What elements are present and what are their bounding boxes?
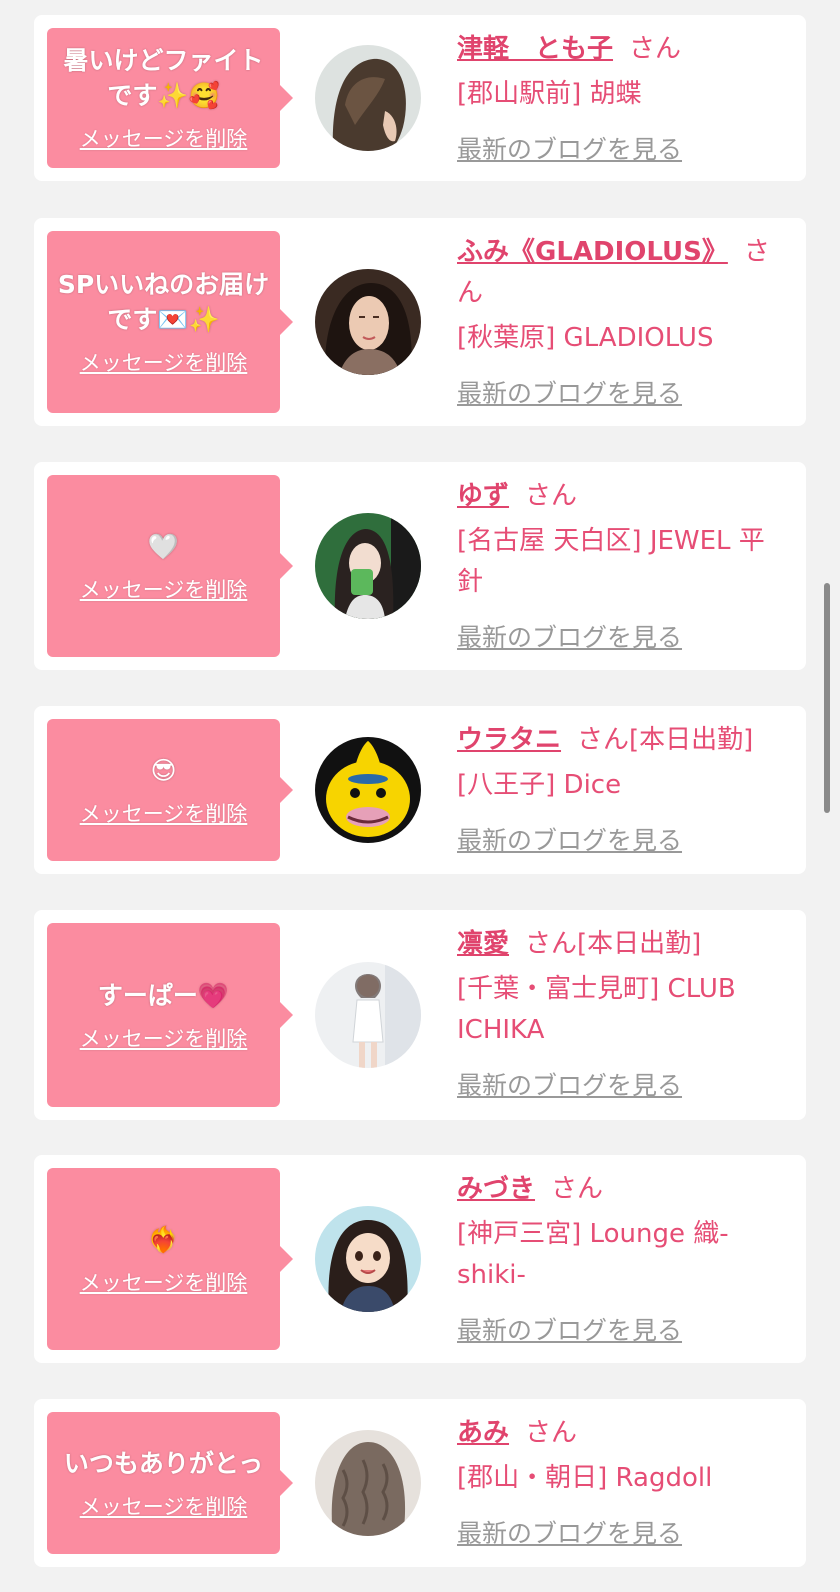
message-text: ❤️‍🔥 (147, 1224, 180, 1254)
message-text: すーぱー💗 (97, 980, 230, 1010)
profile-name-link[interactable]: みづき (457, 1174, 535, 1204)
message-bubble: ❤️‍🔥 メッセージを削除 (47, 1168, 293, 1350)
message-text: SPいいねのお届けです💌✨ (57, 270, 270, 334)
latest-blog-link[interactable]: 最新のブログを見る (457, 820, 682, 861)
message-bubble: SPいいねのお届けです💌✨ メッセージを削除 (47, 231, 293, 413)
shift-status: [本日出勤] (629, 725, 754, 755)
avatar[interactable] (315, 1430, 421, 1536)
message-text: 暑いけどファイトです✨🥰 (63, 46, 264, 110)
message-card: いつもありがとっ メッセージを削除 あみ さん [郡山・朝日] Ragdoll 最… (34, 1399, 806, 1567)
profile-info: みづき さん [神戸三宮] Lounge 織-shiki- 最新のブログを見る (457, 1169, 787, 1352)
message-bubble: いつもありがとっ メッセージを削除 (47, 1412, 293, 1554)
message-card: 🤍 メッセージを削除 ゆず さん [名古屋 天白区] JEWEL 平針 最新のブロ… (34, 462, 806, 670)
message-list: 暑いけどファイトです✨🥰 メッセージを削除 津軽 とも子 さん [郡山駅前] 胡蝶… (0, 0, 840, 1592)
delete-message-link[interactable]: メッセージを削除 (80, 1023, 248, 1053)
scrollbar[interactable] (824, 583, 830, 813)
profile-info: 津軽 とも子 さん [郡山駅前] 胡蝶 最新のブログを見る (457, 29, 787, 171)
latest-blog-link[interactable]: 最新のブログを見る (457, 1310, 682, 1351)
message-bubble: 暑いけどファイトです✨🥰 メッセージを削除 (47, 28, 293, 168)
profile-info: 凛愛 さん[本日出勤] [千葉・富士見町] CLUB ICHIKA 最新のブログを… (457, 924, 787, 1107)
delete-message-link[interactable]: メッセージを削除 (80, 1267, 248, 1297)
latest-blog-link[interactable]: 最新のブログを見る (457, 617, 682, 658)
profile-info: あみ さん [郡山・朝日] Ragdoll 最新のブログを見る (457, 1413, 787, 1555)
profile-name-link[interactable]: ゆず (457, 481, 509, 511)
message-text: いつもありがとっ (63, 1448, 264, 1478)
honorific: さん (525, 1418, 578, 1448)
profile-name-link[interactable]: あみ (457, 1418, 509, 1448)
profile-name-link[interactable]: 津軽 とも子 (457, 34, 613, 64)
message-card: 😎 メッセージを削除 ウラタニ さん[本日出勤] [八王子] Dice 最新のブロ… (34, 706, 806, 874)
avatar[interactable] (315, 269, 421, 375)
avatar[interactable] (315, 737, 421, 843)
message-card: ❤️‍🔥 メッセージを削除 みづき さん [神戸三宮] Lounge 織-shik… (34, 1155, 806, 1363)
delete-message-link[interactable]: メッセージを削除 (80, 123, 248, 153)
shift-status: [本日出勤] (577, 929, 702, 959)
profile-name-link[interactable]: ウラタニ (457, 725, 561, 755)
honorific: さん (551, 1174, 604, 1204)
profile-name-link[interactable]: ふみ《GLADIOLUS》 (457, 237, 728, 267)
shop-name: [秋葉原] GLADIOLUS (457, 323, 714, 353)
latest-blog-link[interactable]: 最新のブログを見る (457, 129, 682, 170)
avatar[interactable] (315, 1206, 421, 1312)
honorific: さん (629, 34, 682, 64)
message-bubble: すーぱー💗 メッセージを削除 (47, 923, 293, 1107)
profile-info: ウラタニ さん[本日出勤] [八王子] Dice 最新のブログを見る (457, 720, 787, 862)
message-bubble: 😎 メッセージを削除 (47, 719, 293, 861)
avatar[interactable] (315, 513, 421, 619)
shop-name: [千葉・富士見町] CLUB ICHIKA (457, 974, 736, 1045)
latest-blog-link[interactable]: 最新のブログを見る (457, 373, 682, 414)
message-bubble: 🤍 メッセージを削除 (47, 475, 293, 657)
shop-name: [八王子] Dice (457, 770, 622, 800)
delete-message-link[interactable]: メッセージを削除 (80, 1491, 248, 1521)
honorific: さん (577, 725, 630, 755)
message-card: すーぱー💗 メッセージを削除 凛愛 さん[本日出勤] [千葉・富士見町] CLUB… (34, 910, 806, 1120)
shop-name: [名古屋 天白区] JEWEL 平針 (457, 526, 765, 597)
shop-name: [郡山・朝日] Ragdoll (457, 1463, 713, 1493)
avatar[interactable] (315, 45, 421, 151)
delete-message-link[interactable]: メッセージを削除 (80, 574, 248, 604)
latest-blog-link[interactable]: 最新のブログを見る (457, 1065, 682, 1106)
honorific: さん (525, 481, 578, 511)
message-card: SPいいねのお届けです💌✨ メッセージを削除 ふみ《GLADIOLUS》 さん [… (34, 218, 806, 426)
message-text: 😎 (150, 755, 177, 785)
profile-info: ふみ《GLADIOLUS》 さん [秋葉原] GLADIOLUS 最新のブログを見… (457, 232, 787, 415)
message-text: 🤍 (147, 531, 180, 561)
message-card: 暑いけどファイトです✨🥰 メッセージを削除 津軽 とも子 さん [郡山駅前] 胡蝶… (34, 15, 806, 181)
avatar[interactable] (315, 962, 421, 1068)
delete-message-link[interactable]: メッセージを削除 (80, 347, 248, 377)
profile-info: ゆず さん [名古屋 天白区] JEWEL 平針 最新のブログを見る (457, 476, 787, 659)
shop-name: [神戸三宮] Lounge 織-shiki- (457, 1219, 729, 1290)
shop-name: [郡山駅前] 胡蝶 (457, 79, 642, 109)
profile-name-link[interactable]: 凛愛 (457, 929, 509, 959)
latest-blog-link[interactable]: 最新のブログを見る (457, 1513, 682, 1554)
honorific: さん (525, 929, 578, 959)
delete-message-link[interactable]: メッセージを削除 (80, 798, 248, 828)
